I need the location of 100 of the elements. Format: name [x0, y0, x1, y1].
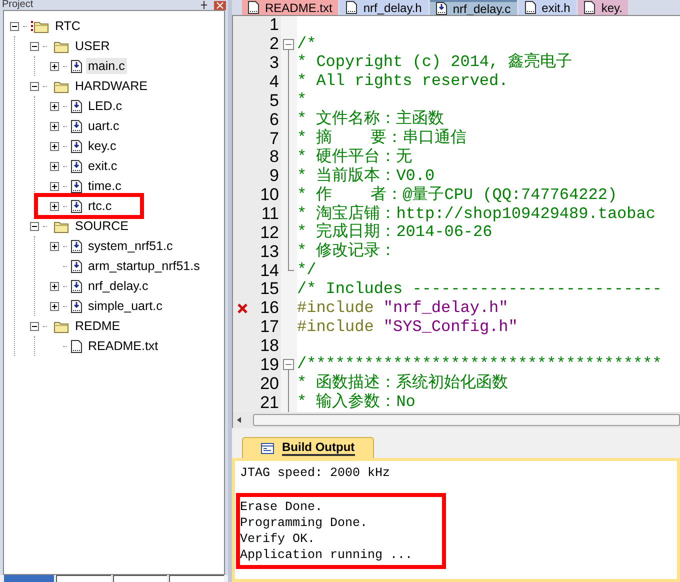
source-file-icon [71, 300, 82, 312]
panel-tab[interactable] [169, 575, 224, 582]
tree-item[interactable]: HARDWARE [73, 78, 150, 94]
scrollbar-thumb[interactable] [253, 414, 680, 426]
line-number: 13 [260, 242, 279, 261]
line-number: 5 [270, 92, 279, 110]
expand-icon[interactable] [50, 122, 59, 130]
code-comment: * 输入参数：No [297, 393, 416, 412]
tree-item[interactable]: exit.c [86, 158, 120, 174]
close-icon[interactable] [214, 0, 226, 10]
expand-icon[interactable] [50, 302, 59, 310]
line-number: 18 [260, 337, 279, 356]
code-comment: * 文件名称：主函数 [297, 110, 444, 128]
source-file-icon [71, 280, 82, 292]
code-directive: #include [297, 318, 374, 337]
tree-item[interactable]: key.c [86, 138, 118, 154]
tree-item[interactable]: USER [73, 38, 112, 54]
collapse-icon[interactable] [30, 222, 39, 230]
window-icon [261, 442, 274, 454]
output-line: Erase Done. [240, 499, 324, 515]
code-comment: * 完成日期：2014-06-26 [297, 223, 492, 242]
line-number: 17 [260, 318, 279, 336]
tree-item[interactable]: arm_startup_nrf51.s [86, 258, 202, 274]
collapse-icon[interactable] [30, 322, 39, 330]
output-tab[interactable]: Build Output [242, 437, 374, 458]
tree-item[interactable]: nrf_delay.c [86, 278, 150, 294]
code-comment: /* Includes -------------------------- [297, 280, 662, 300]
expand-icon[interactable] [50, 102, 59, 110]
tree-item[interactable]: uart.c [86, 118, 122, 134]
file-tab[interactable]: exit.h [518, 0, 576, 15]
collapse-icon[interactable] [30, 42, 39, 50]
tree-item[interactable]: README.txt [86, 338, 160, 354]
horizontal-scrollbar[interactable] [232, 412, 680, 428]
pin-icon[interactable] [200, 1, 208, 9]
folder-icon [51, 220, 69, 232]
folder-icon [31, 20, 49, 32]
line-number: 15 [260, 280, 279, 298]
line-number: 3 [270, 54, 279, 72]
line-number: 2 [270, 35, 279, 54]
expand-icon[interactable] [50, 162, 59, 170]
line-number: 12 [260, 224, 279, 242]
line-number: 19 [260, 356, 279, 374]
source-file-icon [71, 200, 82, 212]
source-file-icon [71, 60, 82, 72]
line-number: 21 [260, 394, 279, 412]
folder-icon [51, 80, 69, 92]
line-number: 8 [270, 148, 279, 166]
code-comment: * 作 者：@量子CPU (QQ:747764222) [297, 186, 618, 204]
code-comment: * [297, 91, 307, 110]
output-line: Programming Done. [240, 515, 369, 531]
tree-item[interactable]: RTC [53, 18, 82, 34]
source-file-icon [71, 100, 82, 112]
code-directive: #include [297, 299, 374, 318]
code-comment: * Copyright (c) 2014, 鑫亮电子 [297, 53, 572, 72]
code-string: "SYS_Config.h" [383, 318, 518, 337]
expand-icon[interactable] [50, 242, 59, 250]
output-line: Verify OK. [240, 531, 316, 547]
tree-item[interactable]: main.c [86, 58, 127, 74]
expand-icon[interactable] [50, 282, 59, 290]
tree-item[interactable]: SOURCE [73, 218, 130, 234]
folder-icon [51, 320, 69, 332]
collapse-icon[interactable] [30, 82, 39, 90]
expand-icon[interactable] [50, 182, 59, 190]
code-comment: /* [297, 34, 316, 54]
code-comment: * 函数描述：系统初始化函数 [297, 374, 508, 392]
source-file-icon [71, 260, 82, 272]
code-comment: * 摘 要：串口通信 [297, 128, 467, 148]
file-tab[interactable]: nrf_delay.c [430, 0, 517, 15]
expand-icon[interactable] [50, 202, 59, 210]
line-number: 9 [270, 167, 279, 186]
source-file-icon [71, 120, 82, 132]
collapse-icon[interactable] [10, 22, 19, 30]
tree-item[interactable]: time.c [86, 178, 124, 194]
source-file-icon [71, 160, 82, 172]
panel-tab[interactable] [112, 575, 168, 582]
code-comment: * 修改记录： [297, 242, 396, 262]
line-number: 14 [260, 262, 279, 280]
expand-icon[interactable] [50, 62, 59, 70]
line-number: 20 [260, 374, 279, 393]
file-tab[interactable]: key. [578, 0, 628, 15]
code-comment: * 淘宝店铺：http://shop109429489.taobac [297, 204, 656, 223]
code-comment: */ [297, 261, 316, 280]
source-file-icon [71, 180, 82, 192]
code-comment: /************************************* [297, 355, 662, 374]
file-tab[interactable]: nrf_delay.h [340, 0, 428, 15]
tree-item[interactable]: REDME [73, 318, 122, 334]
panel-tab[interactable] [56, 575, 111, 582]
output-line: JTAG speed: 2000 kHz [240, 465, 392, 481]
code-comment: * All rights reserved. [297, 72, 508, 92]
code-string: "nrf_delay.h" [383, 299, 508, 318]
line-number: 10 [260, 186, 279, 204]
tree-item[interactable]: simple_uart.c [86, 298, 164, 314]
file-tab[interactable]: README.txt [242, 0, 338, 15]
file-icon [71, 340, 82, 352]
source-file-icon [71, 240, 82, 252]
expand-icon[interactable] [50, 142, 59, 150]
tree-item[interactable]: system_nrf51.c [86, 238, 175, 254]
tree-item[interactable]: rtc.c [86, 198, 114, 214]
line-number: 6 [270, 110, 279, 129]
tree-item[interactable]: LED.c [86, 98, 124, 114]
